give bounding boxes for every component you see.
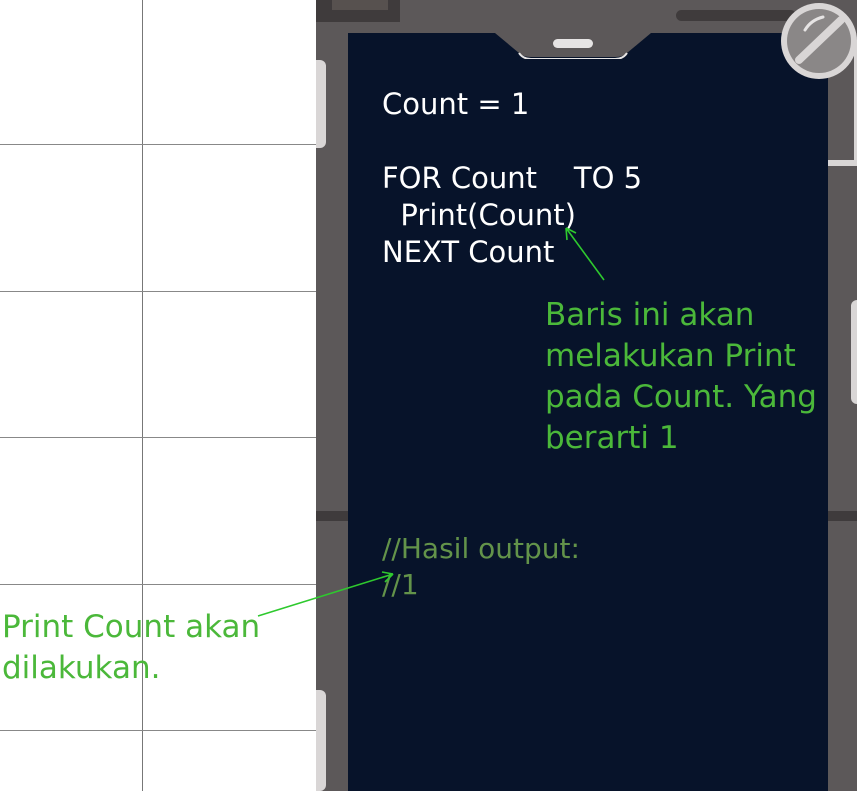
output-comment: //Hasil output: xyxy=(382,532,580,565)
code-line-for: FOR Count TO 5 xyxy=(382,161,643,195)
annotation-right-line: berarti 1 xyxy=(545,420,679,456)
grid-horizontal-line xyxy=(0,730,316,731)
annotation-left-line: dilakukan. xyxy=(2,650,161,686)
phone-notch xyxy=(495,33,651,59)
output-value: //1 xyxy=(382,568,419,601)
device-side-tab xyxy=(316,60,326,148)
grid-horizontal-line xyxy=(0,291,316,292)
device-side-tab xyxy=(851,300,857,404)
disabled-circle-icon[interactable] xyxy=(777,0,857,83)
annotation-left-line: Print Count akan xyxy=(2,609,261,645)
grid-horizontal-line xyxy=(0,437,316,438)
grid-horizontal-line xyxy=(0,584,316,585)
code-line-next: NEXT Count xyxy=(382,235,555,269)
code-line-print: Print(Count) xyxy=(382,198,576,232)
annotation-right-line: Baris ini akan xyxy=(545,297,755,333)
annotation-right-line: pada Count. Yang xyxy=(545,379,817,415)
grid-horizontal-line xyxy=(0,144,316,145)
device-side-tab xyxy=(316,690,326,791)
device-top-bar-inner xyxy=(332,0,388,10)
annotation-right-line: melakukan Print xyxy=(545,338,796,374)
code-line-assign: Count = 1 xyxy=(382,87,530,121)
device-top-bar xyxy=(316,0,400,22)
